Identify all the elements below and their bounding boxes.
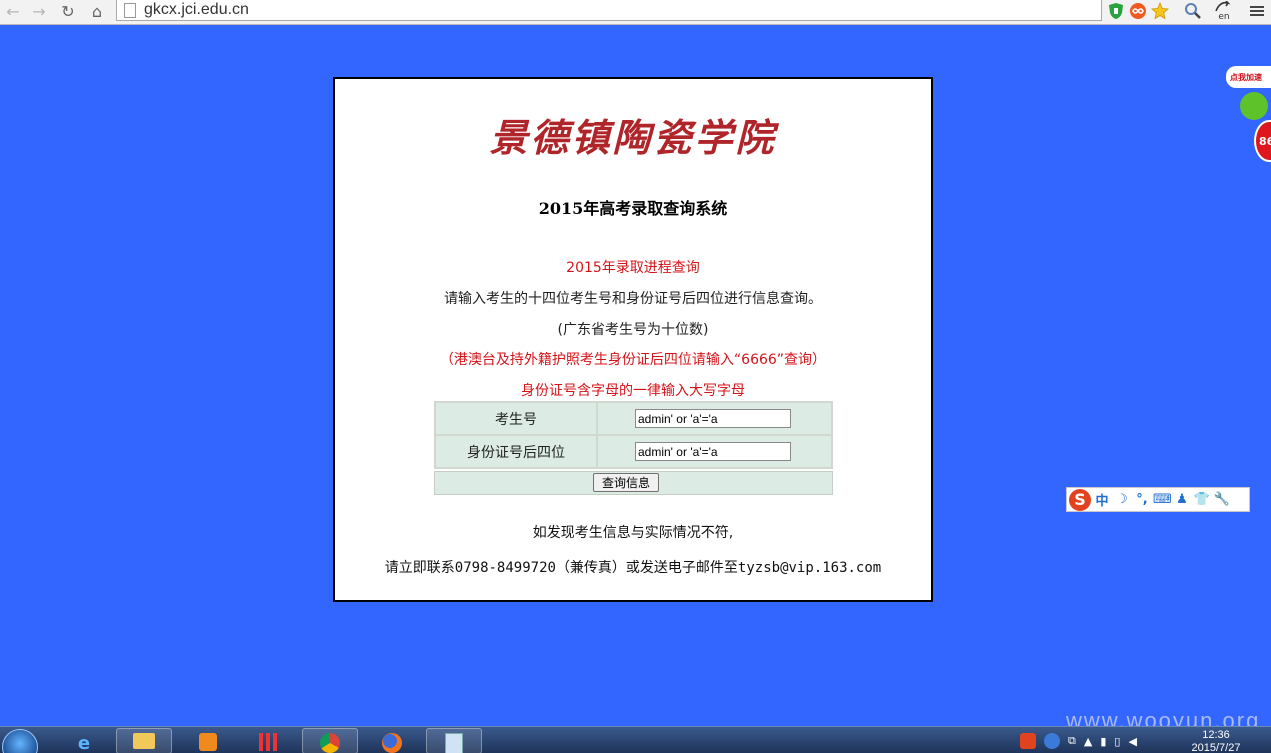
system-tray: ⧉ ▲ ▮ ▯ ◀ <box>1020 729 1145 753</box>
notepad-icon <box>445 733 463 753</box>
speed-value-badge: 86 <box>1254 120 1271 162</box>
ime-halfwidth-icon[interactable]: ☽ <box>1113 492 1131 507</box>
show-hidden-icons[interactable]: ▲ <box>1084 735 1092 748</box>
footer-notice: 如发现考生信息与实际情况不符, <box>532 525 734 541</box>
footer-contact: 请立即联系0798-8499720（兼传真）或发送电子邮件至tyzsb@vip.… <box>384 560 882 576</box>
ime-user-icon[interactable]: ♟ <box>1173 492 1191 507</box>
clock-time: 12:36 <box>1202 729 1230 741</box>
progress-title: 2015年录取进程查询 <box>566 260 700 276</box>
start-button[interactable] <box>2 729 38 753</box>
exam-no-label: 考生号 <box>436 403 596 434</box>
home-icon: ⌂ <box>91 1 103 21</box>
address-bar[interactable]: gkcx.jci.edu.cn <box>116 0 1102 21</box>
ime-tools-icon[interactable]: 🔧 <box>1213 492 1231 507</box>
battery-icon[interactable]: ▯ <box>1114 735 1120 748</box>
back-arrow-icon: ← <box>6 1 20 21</box>
ime-keyboard-icon[interactable]: ⌨ <box>1153 492 1172 507</box>
search-zoom-icon[interactable] <box>1182 0 1204 22</box>
chrome-icon <box>320 733 340 753</box>
forward-button[interactable]: → <box>28 0 50 22</box>
reload-icon: ↻ <box>61 1 75 21</box>
guangdong-note: (广东省考生号为十位数) <box>557 322 709 338</box>
apps-taskbar-button[interactable] <box>240 728 296 753</box>
exam-no-row: 考生号 <box>436 403 831 434</box>
shield-icon[interactable] <box>1106 0 1126 22</box>
volume-icon[interactable]: ◀ <box>1128 735 1136 748</box>
ime-skin-icon[interactable]: 👕 <box>1193 492 1211 507</box>
explorer-taskbar-button[interactable] <box>116 728 172 753</box>
id-last4-label: 身份证号后四位 <box>436 436 596 467</box>
translate-icon[interactable]: en <box>1212 0 1236 22</box>
id-last4-input[interactable] <box>635 442 791 461</box>
back-button[interactable]: ← <box>2 0 24 22</box>
system-clock[interactable]: 12:36 2015/7/27 <box>1186 729 1246 753</box>
ime-toolbar: S 中 ☽ °, ⌨ ♟ 👕 🔧 <box>1066 487 1250 512</box>
windows-taskbar: e ⧉ ▲ ▮ ▯ ◀ 12:36 2015/7/27 <box>0 726 1271 753</box>
id-last4-cell <box>598 436 831 467</box>
query-panel: 景德镇陶瓷学院 2015年高考录取查询系统 2015年录取进程查询 请输入考生的… <box>333 77 933 602</box>
browser-toolbar: ← → ↻ ⌂ gkcx.jci.edu.cn en <box>0 0 1271 25</box>
star-icon[interactable] <box>1150 0 1170 22</box>
query-form-table: 考生号 身份证号后四位 <box>434 401 833 469</box>
sogou-logo-icon[interactable]: S <box>1069 488 1091 511</box>
infinity-icon[interactable] <box>1128 0 1148 22</box>
exam-no-input[interactable] <box>635 409 791 428</box>
instruction-text: 请输入考生的十四位考生号和身份证号后四位进行信息查询。 <box>444 291 822 307</box>
ime-punctuation-icon[interactable]: °, <box>1133 492 1151 507</box>
apps-grid-icon <box>259 733 277 751</box>
page-icon <box>124 2 136 18</box>
exam-no-cell <box>598 403 831 434</box>
network-signal-icon[interactable]: ▮ <box>1100 735 1106 748</box>
sogou-tray-icon[interactable] <box>1020 733 1036 749</box>
media-player-taskbar-button[interactable] <box>180 728 236 753</box>
help-tray-icon[interactable] <box>1044 733 1060 749</box>
ie-taskbar-button[interactable]: e <box>56 728 112 753</box>
hmt-note: （港澳台及持外籍护照考生身份证后四位请输入“6666”查询） <box>439 352 827 368</box>
folder-icon <box>133 733 155 749</box>
home-button[interactable]: ⌂ <box>86 0 108 22</box>
uppercase-note: 身份证号含字母的一律输入大写字母 <box>521 383 745 399</box>
ie-icon: e <box>77 733 91 753</box>
reload-button[interactable]: ↻ <box>57 0 79 22</box>
frog-mascot-icon <box>1240 92 1268 120</box>
firefox-taskbar-button[interactable] <box>364 728 420 753</box>
url-text[interactable]: gkcx.jci.edu.cn <box>144 1 249 19</box>
menu-icon[interactable] <box>1246 0 1268 22</box>
submit-row: 查询信息 <box>434 471 833 495</box>
forward-arrow-icon: → <box>32 1 46 21</box>
system-title: 2015年高考录取查询系统 <box>538 199 728 218</box>
chrome-taskbar-button[interactable] <box>302 728 358 753</box>
notepad-taskbar-button[interactable] <box>426 728 482 753</box>
query-submit-button[interactable]: 查询信息 <box>593 473 659 492</box>
id-last4-row: 身份证号后四位 <box>436 436 831 467</box>
translate-label: en <box>1218 11 1230 22</box>
restore-tray-icon[interactable]: ⧉ <box>1068 734 1076 748</box>
speed-up-label: 点我加速 <box>1226 66 1271 88</box>
media-player-icon <box>199 733 217 751</box>
college-logo: 景德镇陶瓷学院 <box>489 115 777 160</box>
ime-chinese-mode[interactable]: 中 <box>1093 490 1111 509</box>
speed-up-widget[interactable]: 点我加速 86 <box>1226 62 1271 172</box>
clock-date: 2015/7/27 <box>1191 742 1241 753</box>
firefox-icon <box>382 733 402 753</box>
